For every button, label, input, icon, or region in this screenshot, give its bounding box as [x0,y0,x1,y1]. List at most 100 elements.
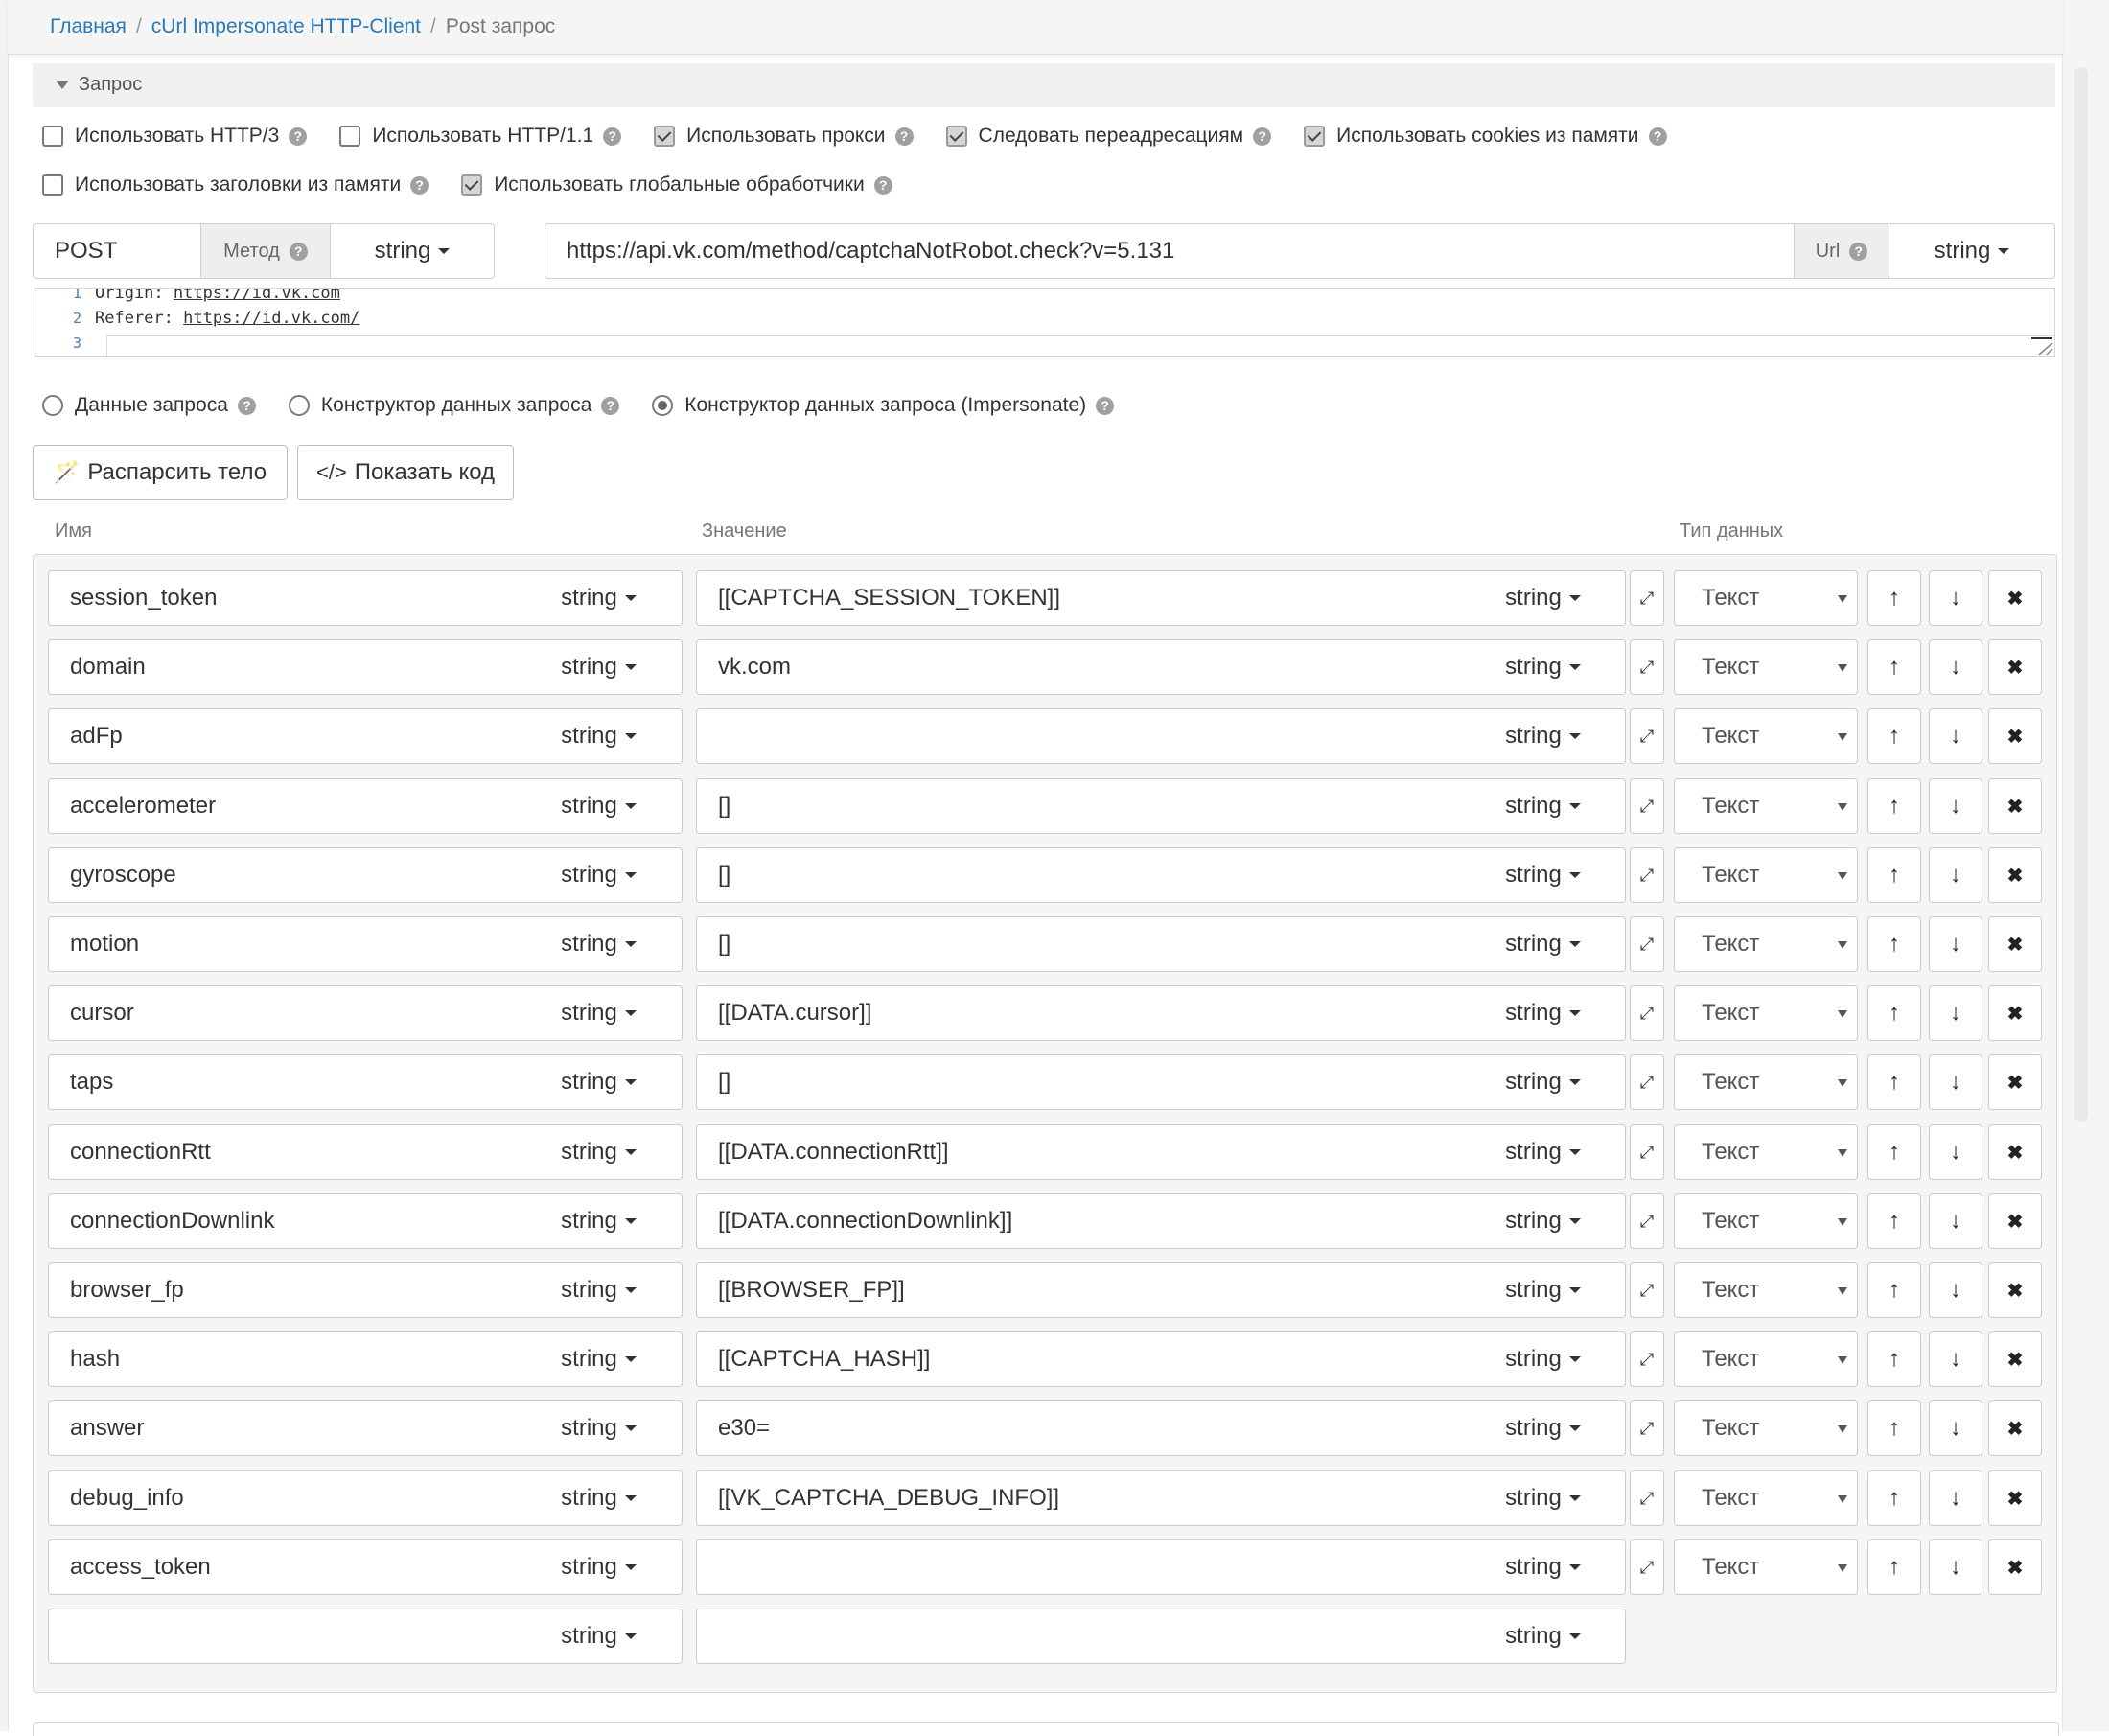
param-value-type-dropdown[interactable]: string [1461,1470,1626,1526]
data-type-select[interactable]: Текст [1674,639,1858,695]
param-value-input[interactable]: [] [696,1054,1463,1110]
radio[interactable] [288,395,310,416]
param-value-input[interactable] [696,1539,1463,1595]
move-down-button[interactable]: ↓ [1929,778,1982,834]
param-value-input[interactable]: [[DATA.connectionRtt]] [696,1124,1463,1180]
scrollbar[interactable] [2062,0,2109,1731]
param-name-type-dropdown[interactable]: string [516,639,683,695]
remove-row-button[interactable]: ✖ [1988,1193,2042,1249]
move-down-button[interactable]: ↓ [1929,1262,1982,1318]
remove-row-button[interactable]: ✖ [1988,1124,2042,1180]
remove-row-button[interactable]: ✖ [1988,778,2042,834]
param-name-input[interactable]: hash [48,1331,518,1387]
move-up-button[interactable]: ↑ [1867,1331,1921,1387]
move-up-button[interactable]: ↑ [1867,1054,1921,1110]
move-down-button[interactable]: ↓ [1929,1124,1982,1180]
move-down-button[interactable]: ↓ [1929,916,1982,972]
param-value-input[interactable]: [[BROWSER_FP]] [696,1262,1463,1318]
expand-icon[interactable]: ⤢ [1630,1124,1664,1180]
checkbox[interactable] [654,126,676,147]
param-value-input[interactable] [696,708,1463,764]
expand-icon[interactable]: ⤢ [1630,985,1664,1041]
breadcrumb-parent[interactable]: cUrl Impersonate HTTP-Client [151,15,421,37]
move-down-button[interactable]: ↓ [1929,985,1982,1041]
param-name-input[interactable]: domain [48,639,518,695]
move-down-button[interactable]: ↓ [1929,1470,1982,1526]
param-value-type-dropdown[interactable]: string [1461,570,1626,626]
scrollbar-thumb[interactable] [2074,67,2088,1122]
remove-row-button[interactable]: ✖ [1988,639,2042,695]
param-name-type-dropdown[interactable]: string [516,916,683,972]
show-code-button[interactable]: </> Показать код [297,445,514,500]
move-up-button[interactable]: ↑ [1867,708,1921,764]
param-name-type-dropdown[interactable]: string [516,1331,683,1387]
param-value-type-dropdown[interactable]: string [1461,778,1626,834]
move-up-button[interactable]: ↑ [1867,639,1921,695]
expand-icon[interactable]: ⤢ [1630,1054,1664,1110]
param-value-input[interactable]: [[CAPTCHA_SESSION_TOKEN]] [696,570,1463,626]
param-name-input[interactable]: connectionRtt [48,1124,518,1180]
param-name-input[interactable]: motion [48,916,518,972]
help-icon[interactable]: ? [894,127,914,146]
move-down-button[interactable]: ↓ [1929,639,1982,695]
param-value-type-dropdown[interactable]: string [1461,1262,1626,1318]
url-type-dropdown[interactable]: string [1889,224,2054,278]
param-value-input[interactable]: [[CAPTCHA_HASH]] [696,1331,1463,1387]
mode-raw[interactable]: Данные запроса? [42,394,256,417]
param-value-input[interactable] [696,1609,1463,1664]
param-name-input[interactable]: accelerometer [48,778,518,834]
radio[interactable] [652,395,674,416]
data-type-select[interactable]: Текст [1674,985,1858,1041]
resize-grip-icon[interactable] [2029,335,2054,356]
move-up-button[interactable]: ↑ [1867,916,1921,972]
param-value-input[interactable]: [] [696,778,1463,834]
param-value-input[interactable]: vk.com [696,639,1463,695]
checkbox[interactable] [461,174,483,196]
help-icon[interactable]: ? [603,127,622,146]
data-type-select[interactable]: Текст [1674,916,1858,972]
option-http11[interactable]: Использовать HTTP/1.1? [339,125,622,148]
param-value-type-dropdown[interactable]: string [1461,1193,1626,1249]
param-value-type-dropdown[interactable]: string [1461,1539,1626,1595]
expand-icon[interactable]: ⤢ [1630,1470,1664,1526]
expand-icon[interactable]: ⤢ [1630,847,1664,903]
data-type-select[interactable]: Текст [1674,1193,1858,1249]
expand-icon[interactable]: ⤢ [1630,1193,1664,1249]
move-down-button[interactable]: ↓ [1929,1193,1982,1249]
data-type-select[interactable]: Текст [1674,1331,1858,1387]
move-down-button[interactable]: ↓ [1929,1400,1982,1456]
param-name-input[interactable]: browser_fp [48,1262,518,1318]
expand-icon[interactable]: ⤢ [1630,916,1664,972]
move-up-button[interactable]: ↑ [1867,1400,1921,1456]
help-icon[interactable]: ? [1648,127,1667,146]
remove-row-button[interactable]: ✖ [1988,1400,2042,1456]
remove-row-button[interactable]: ✖ [1988,1470,2042,1526]
move-up-button[interactable]: ↑ [1867,847,1921,903]
method-input[interactable]: POST [34,224,200,278]
option-headers-memory[interactable]: Использовать заголовки из памяти? [42,174,429,197]
param-value-type-dropdown[interactable]: string [1461,1124,1626,1180]
param-value-input[interactable]: [] [696,847,1463,903]
option-cookies[interactable]: Использовать cookies из памяти? [1304,125,1667,148]
param-name-type-dropdown[interactable]: string [516,778,683,834]
radio[interactable] [42,395,63,416]
data-type-select[interactable]: Текст [1674,1262,1858,1318]
move-up-button[interactable]: ↑ [1867,778,1921,834]
param-value-type-dropdown[interactable]: string [1461,1331,1626,1387]
option-follow-redirects[interactable]: Следовать переадресациям? [945,125,1272,148]
header-link[interactable]: https://id.vk.com/ [183,309,359,328]
param-name-input[interactable]: taps [48,1054,518,1110]
expand-icon[interactable]: ⤢ [1630,1400,1664,1456]
param-value-type-dropdown[interactable]: string [1461,1400,1626,1456]
expand-icon[interactable]: ⤢ [1630,1539,1664,1595]
param-name-input[interactable]: session_token [48,570,518,626]
remove-row-button[interactable]: ✖ [1988,708,2042,764]
param-value-input[interactable]: [[DATA.connectionDownlink]] [696,1193,1463,1249]
expand-icon[interactable]: ⤢ [1630,708,1664,764]
remove-row-button[interactable]: ✖ [1988,1331,2042,1387]
param-name-input[interactable]: adFp [48,708,518,764]
option-global-handlers[interactable]: Использовать глобальные обработчики? [461,174,892,197]
move-down-button[interactable]: ↓ [1929,1054,1982,1110]
move-down-button[interactable]: ↓ [1929,570,1982,626]
param-name-type-dropdown[interactable]: string [516,1262,683,1318]
